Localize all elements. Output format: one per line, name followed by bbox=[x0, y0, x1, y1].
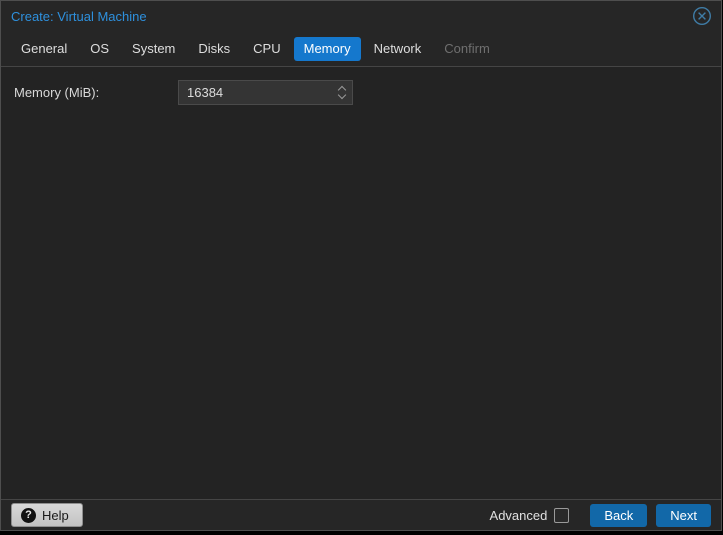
tab-os[interactable]: OS bbox=[80, 37, 119, 61]
tab-system[interactable]: System bbox=[122, 37, 185, 61]
advanced-label: Advanced bbox=[489, 507, 548, 523]
wizard-tab-bar: General OS System Disks CPU Memory Netwo… bbox=[1, 31, 721, 67]
tab-confirm: Confirm bbox=[444, 40, 490, 56]
tab-network[interactable]: Network bbox=[364, 37, 432, 61]
help-icon: ? bbox=[21, 507, 36, 523]
tab-cpu[interactable]: CPU bbox=[243, 37, 290, 61]
memory-numberfield bbox=[178, 80, 353, 105]
tab-disks[interactable]: Disks bbox=[188, 37, 240, 61]
chevron-down-icon bbox=[337, 90, 346, 100]
tab-memory[interactable]: Memory bbox=[293, 36, 361, 61]
close-icon bbox=[692, 6, 712, 26]
close-button[interactable] bbox=[691, 5, 713, 27]
memory-form-row: Memory (MiB): bbox=[14, 80, 708, 105]
spinner-down-button[interactable] bbox=[337, 90, 347, 100]
create-vm-dialog: Create: Virtual Machine General OS Syste… bbox=[0, 0, 722, 531]
back-button[interactable]: Back bbox=[590, 503, 648, 527]
next-button[interactable]: Next bbox=[656, 503, 711, 527]
wizard-panel-memory: Memory (MiB): bbox=[1, 67, 721, 499]
memory-spinner bbox=[332, 81, 352, 104]
memory-field-label: Memory (MiB): bbox=[14, 85, 100, 100]
memory-input[interactable] bbox=[179, 81, 352, 104]
footer-actions: Advanced Back Next bbox=[489, 503, 711, 527]
advanced-checkbox[interactable] bbox=[554, 507, 570, 523]
dialog-footer: ? Help Advanced Back Next bbox=[1, 499, 721, 530]
help-button[interactable]: ? Help bbox=[11, 503, 83, 527]
tab-general[interactable]: General bbox=[11, 37, 77, 61]
dialog-header: Create: Virtual Machine bbox=[1, 1, 721, 31]
help-button-label: Help bbox=[42, 507, 69, 523]
dialog-title: Create: Virtual Machine bbox=[11, 8, 147, 24]
